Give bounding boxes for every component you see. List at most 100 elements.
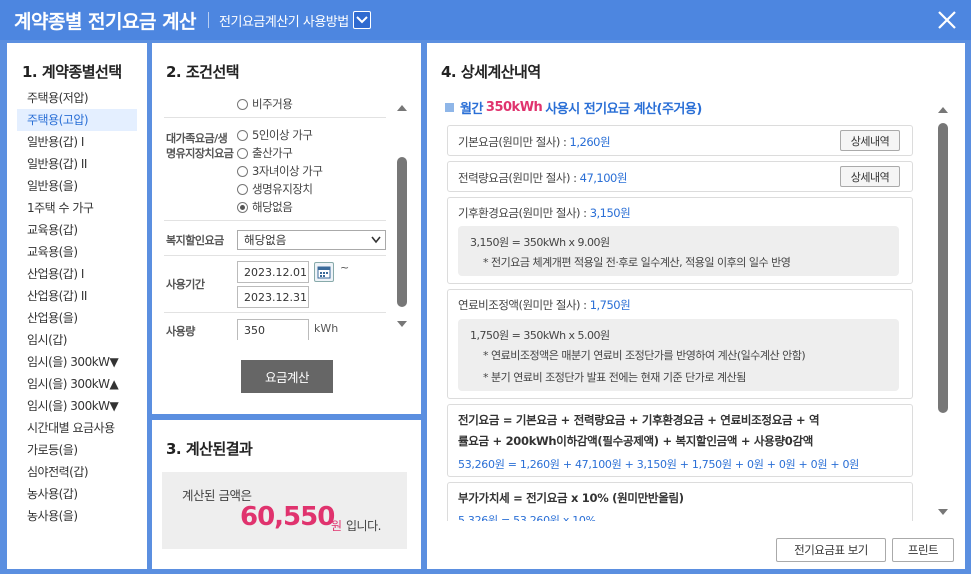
contract-type-item[interactable]: 임시(을) 300kW▲: [17, 373, 137, 395]
radio-indicator[interactable]: [237, 165, 248, 177]
contract-type-panel: 1. 계약종별선택 주택용(저압) 주택용(고압) 일반용(갑) I 일반용(갑) I…: [7, 43, 147, 569]
radio-indicator[interactable]: [237, 129, 248, 141]
climate-fee-text: 기후환경요금(원미만 절사) : 3,150원: [458, 205, 631, 221]
energy-fee-card: 전력량요금(원미만 절사) : 47,100원 상세내역: [447, 161, 913, 192]
contract-type-item[interactable]: 시간대별 요금사용: [17, 417, 137, 439]
date-end-input[interactable]: 2023.12.31: [237, 286, 309, 308]
contract-type-item[interactable]: 일반용(갑) I: [17, 131, 137, 153]
contract-type-item[interactable]: 일반용(을): [17, 175, 137, 197]
divider: [164, 220, 386, 221]
scroll-down-icon[interactable]: [938, 509, 948, 516]
radio-family-option[interactable]: 3자녀이상 가구: [237, 163, 323, 179]
contract-type-item[interactable]: 1주택 수 가구: [17, 197, 137, 219]
result-suffix: 입니다.: [346, 519, 381, 533]
contract-type-item[interactable]: 산업용(을): [17, 307, 137, 329]
scroll-thumb[interactable]: [938, 123, 948, 413]
contract-type-item[interactable]: 산업용(갑) II: [17, 285, 137, 307]
result-box: 계산된 금액은 60,550 원 입니다.: [162, 472, 407, 549]
fuel-note-1: * 연료비조정액은 매분기 연료비 조정단가를 반영하여 계산(일수계산 안함): [483, 349, 806, 362]
chevron-down-icon[interactable]: [352, 11, 371, 29]
panel2-title: 2. 조건선택: [166, 63, 240, 81]
print-button[interactable]: 프린트: [892, 538, 954, 562]
condition-scrollbar[interactable]: [396, 101, 408, 333]
window-title: 계약종별 전기요금 계산: [14, 10, 197, 33]
condition-panel: 2. 조건선택 비주거용 대가족요금/생명유지장치요금 5인이상 가구출산가구 3…: [152, 43, 421, 414]
contract-type-item[interactable]: 심야전력(갑): [17, 461, 137, 483]
total-formula-line2: 률요금 + 200kWh이하감액(필수공제액) + 복지할인금액 + 사용량0감…: [458, 434, 814, 448]
energy-fee-value: 47,100원: [579, 171, 628, 185]
radio-indicator[interactable]: [237, 147, 248, 159]
guide-link[interactable]: 전기요금계산기 사용방법: [219, 11, 349, 30]
subtitle-pre: 월간: [460, 102, 483, 117]
contract-type-item[interactable]: 주택용(고압): [17, 109, 137, 131]
base-fee-detail-button[interactable]: 상세내역: [840, 130, 900, 151]
result-panel: 3. 계산된결과 계산된 금액은 60,550 원 입니다.: [152, 420, 421, 569]
radio-label: 생명유지장치: [252, 182, 313, 196]
radio-indicator[interactable]: [237, 98, 248, 110]
contract-type-item[interactable]: 임시(을) 300kW▼: [17, 351, 137, 373]
vat-card: 부가가치세 = 전기요금 x 10% (원미만반올림) 5,326원 = 53,…: [447, 482, 913, 521]
result-unit: 원: [331, 519, 343, 533]
family-discount-label: 대가족요금/생명유지장치요금: [166, 132, 234, 160]
fuel-formula: 1,750원 = 350kWh x 5.00원: [470, 329, 610, 342]
divider: [164, 117, 386, 118]
energy-fee-detail-button[interactable]: 상세내역: [840, 166, 900, 187]
radio-label: 비주거용: [252, 97, 293, 111]
scroll-up-icon[interactable]: [938, 106, 948, 113]
radio-label: 5인이상 가구: [252, 128, 313, 142]
contract-type-item[interactable]: 농사용(갑): [17, 483, 137, 505]
total-formula-card: 전기요금 = 기본요금 + 전력량요금 + 기후환경요금 + 연료비조정요금 +…: [447, 404, 913, 477]
contract-type-list: 주택용(저압) 주택용(고압) 일반용(갑) I 일반용(갑) II 일반용(을) 1주택…: [17, 87, 137, 527]
contract-type-item[interactable]: 농사용(을): [17, 505, 137, 527]
radio-family-option[interactable]: 생명유지장치: [237, 181, 313, 197]
radio-family-option[interactable]: 출산가구: [237, 145, 293, 161]
detail-subtitle: 월간 350kWh 사용시 전기요금 계산(주거용): [445, 98, 702, 117]
base-fee-label: 기본요금(원미만 절사) :: [458, 135, 567, 149]
calendar-icon[interactable]: [314, 262, 334, 282]
panel1-title: 1. 계약종별선택: [22, 63, 122, 81]
energy-fee-text: 전력량요금(원미만 절사) : 47,100원: [458, 170, 627, 186]
contract-type-item[interactable]: 가로등(을): [17, 439, 137, 461]
fuel-adjust-value: 1,750원: [589, 298, 631, 312]
base-fee-text: 기본요금(원미만 절사) : 1,260원: [458, 134, 611, 150]
vat-values: 5,326원 = 53,260원 x 10%: [458, 514, 596, 521]
rate-table-button[interactable]: 전기요금표 보기: [776, 538, 886, 562]
usage-input[interactable]: 350: [237, 319, 309, 340]
divider: [164, 255, 386, 256]
scroll-up-icon[interactable]: [397, 104, 407, 111]
climate-fee-value: 3,150원: [589, 206, 631, 220]
contract-type-item[interactable]: 임시(을) 300kW▼: [17, 395, 137, 417]
climate-formula: 3,150원 = 350kWh x 9.00원: [470, 236, 610, 249]
result-amount: 60,550: [240, 502, 335, 532]
radio-label: 해당없음: [252, 200, 293, 214]
calculate-button[interactable]: 요금계산: [241, 360, 333, 393]
contract-type-item[interactable]: 주택용(저압): [17, 87, 137, 109]
contract-type-item[interactable]: 교육용(을): [17, 241, 137, 263]
base-fee-card: 기본요금(원미만 절사) : 1,260원 상세내역: [447, 125, 913, 156]
contract-type-item[interactable]: 임시(갑): [17, 329, 137, 351]
radio-nonresident[interactable]: 비주거용: [237, 96, 293, 112]
total-formula-values: 53,260원 = 1,260원 + 47,100원 + 3,150원 + 1,…: [458, 458, 860, 471]
radio-family-option[interactable]: 5인이상 가구: [237, 127, 313, 143]
date-start-input[interactable]: 2023.12.01: [237, 261, 309, 283]
subtitle-usage: 350kWh: [485, 100, 543, 115]
radio-indicator[interactable]: [237, 201, 248, 213]
welfare-select[interactable]: 해당없음: [237, 230, 386, 250]
close-icon[interactable]: [933, 6, 961, 34]
scroll-down-icon[interactable]: [397, 321, 407, 328]
radio-family-option[interactable]: 해당없음: [237, 199, 293, 215]
base-fee-value: 1,260원: [569, 135, 611, 149]
contract-type-item[interactable]: 일반용(갑) II: [17, 153, 137, 175]
scroll-thumb[interactable]: [397, 157, 407, 307]
chevron-down-icon: [371, 236, 381, 244]
contract-type-item[interactable]: 산업용(갑) I: [17, 263, 137, 285]
radio-indicator[interactable]: [237, 183, 248, 195]
contract-type-item[interactable]: 교육용(갑): [17, 219, 137, 241]
date-separator: ~: [340, 261, 350, 274]
radio-label: 3자녀이상 가구: [252, 164, 323, 178]
condition-scroll-area: 비주거용 대가족요금/생명유지장치요금 5인이상 가구출산가구 3자녀이상 가구생…: [164, 93, 394, 340]
welfare-label: 복지할인요금: [166, 234, 224, 247]
detail-scrollbar[interactable]: [936, 101, 950, 519]
panel3-title: 3. 계산된결과: [166, 440, 253, 458]
climate-note: * 전기요금 체계개편 적용일 전·후로 일수계산, 적용일 이후의 일수 반영: [483, 256, 791, 269]
